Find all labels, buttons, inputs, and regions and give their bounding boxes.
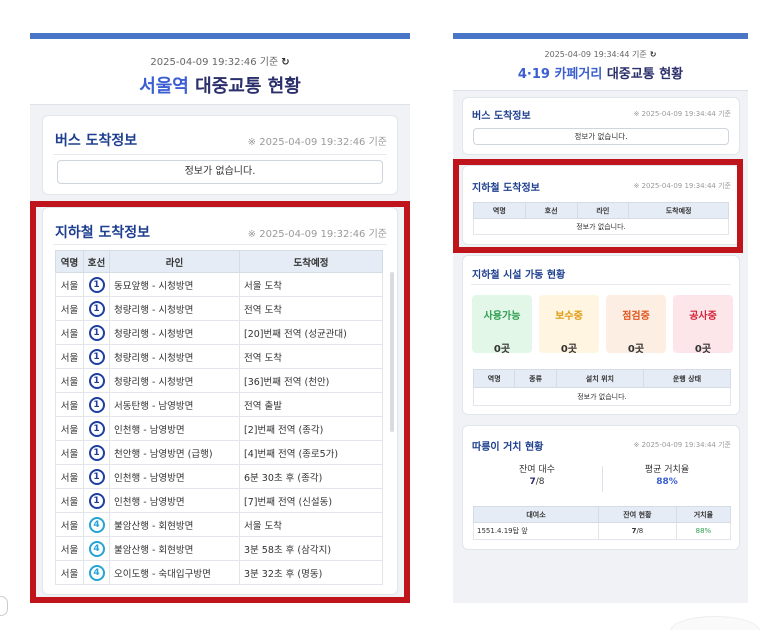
left-bus-title: 버스 도착정보 — [55, 133, 138, 149]
facility-box-value: 0곳 — [560, 344, 578, 355]
right-bike-timestamp: ※ 2025-04-09 19:34:44 기준 — [633, 441, 731, 449]
right-facility-empty: 정보가 없습니다. — [473, 387, 731, 406]
facility-box: 사용가능 0곳 — [472, 295, 532, 355]
right-facility-header-row: 역명 종류 설치 위치 운행 상태 — [472, 369, 732, 388]
facility-box-value: 0곳 — [493, 344, 511, 355]
right-facility-title: 지하철 시설 가동 현황 — [472, 270, 566, 281]
right-bus-card: 버스 도착정보 ※ 2025-04-09 19:34:44 기준 정보가 없습니… — [462, 97, 740, 155]
left-header-timestamp: 2025-04-09 19:32:46 기준 — [150, 57, 279, 68]
bike-avg-block: 평균 거치율 88% — [603, 462, 731, 487]
right-dashboard: 2025-04-09 19:34:44 기준 ↻ 4·19 카페거리 대중교통 현… — [453, 33, 748, 603]
left-header: 2025-04-09 19:32:46 기준 ↻ 서울역 대중교통 현황 — [30, 39, 410, 105]
col-type: 종류 — [514, 369, 557, 388]
facility-box: 보수중 0곳 — [539, 295, 599, 355]
right-station-name: 4·19 카페거리 — [517, 67, 603, 82]
facility-box-value: 0곳 — [627, 344, 645, 355]
right-bike-table: 대여소 잔여 현황 거치율 1551.4.19탑 앞 7/8 88% — [473, 506, 732, 540]
col-location: 설치 위치 — [555, 369, 644, 388]
bike-avg-label: 평균 거치율 — [644, 465, 690, 475]
right-bike-header-row: 대여소 잔여 현황 거치율 — [473, 506, 732, 523]
facility-box-label: 사용가능 — [483, 311, 521, 322]
bike-station-name: 1551.4.19탑 앞 — [473, 522, 599, 540]
right-header: 2025-04-09 19:34:44 기준 ↻ 4·19 카페거리 대중교통 현… — [453, 39, 748, 91]
right-subway-highlight — [453, 159, 743, 253]
right-facility-table: 역명 종류 설치 위치 운행 상태 정보가 없습니다. — [472, 369, 732, 406]
left-bus-empty: 정보가 없습니다. — [57, 160, 383, 184]
right-facility-card: 지하철 시설 가동 현황 사용가능 0곳 보수중 0곳 점검중 0곳 공사중 0곳 역명 종류… — [462, 255, 740, 415]
left-subway-highlight — [30, 201, 410, 603]
facility-box-value: 0곳 — [694, 344, 712, 355]
right-header-timestamp: 2025-04-09 19:34:44 기준 — [544, 50, 647, 59]
edge-scroll-handle[interactable] — [0, 596, 8, 616]
col-station: 역명 — [472, 369, 516, 388]
col-status: 운행 상태 — [642, 369, 732, 388]
bike-remain-total: /8 — [535, 477, 545, 487]
page: 2025-04-09 19:32:46 기준 ↻ 서울역 대중교통 현황 버스 도… — [0, 0, 781, 630]
left-page-title: 서울역 대중교통 현황 — [30, 72, 410, 98]
right-bus-title: 버스 도착정보 — [472, 111, 531, 122]
right-page-title: 4·19 카페거리 대중교통 현황 — [453, 63, 748, 82]
facility-box-label: 보수중 — [555, 311, 583, 322]
bike-row-rate: 88% — [675, 522, 732, 540]
corner-overlay — [670, 616, 760, 630]
facility-box: 공사중 0곳 — [673, 295, 733, 355]
left-bus-timestamp: ※ 2025-04-09 19:32:46 기준 — [247, 137, 387, 148]
right-title-rest: 대중교통 현황 — [606, 67, 684, 82]
col-rate: 거치율 — [675, 506, 732, 523]
right-bus-timestamp: ※ 2025-04-09 19:34:44 기준 — [633, 110, 731, 118]
facility-box-label: 공사중 — [689, 311, 717, 322]
left-station-name: 서울역 — [139, 76, 189, 97]
bike-table-row: 1551.4.19탑 앞 7/8 88% — [473, 522, 732, 540]
right-header-timestamp-row: 2025-04-09 19:34:44 기준 ↻ — [453, 49, 748, 60]
right-refresh-icon[interactable]: ↻ — [650, 50, 657, 59]
col-remain: 잔여 현황 — [598, 506, 677, 523]
bike-row-remain-total: /8 — [636, 527, 644, 535]
bike-avg-value: 88% — [656, 477, 678, 487]
left-bus-divider — [53, 154, 387, 155]
right-bus-empty: 정보가 없습니다. — [473, 128, 729, 145]
left-header-timestamp-row: 2025-04-09 19:32:46 기준 ↻ — [30, 53, 410, 68]
right-bike-card: 따릉이 거치 현황 ※ 2025-04-09 19:34:44 기준 잔여 대수… — [462, 425, 740, 550]
bike-row-remain: 7/8 — [598, 522, 677, 540]
facility-box: 점검중 0곳 — [606, 295, 666, 355]
facility-box-label: 점검중 — [622, 311, 650, 322]
right-bike-title: 따릉이 거치 현황 — [472, 442, 544, 453]
refresh-icon[interactable]: ↻ — [281, 57, 289, 68]
bike-remain-label: 잔여 대수 — [519, 465, 555, 475]
bike-remain-block: 잔여 대수 7/8 — [473, 462, 601, 487]
col-rental-station: 대여소 — [473, 506, 599, 523]
right-facility-divider — [471, 284, 731, 285]
left-bus-card: 버스 도착정보 ※ 2025-04-09 19:32:46 기준 정보가 없습니… — [42, 115, 398, 195]
bike-remain-count: 7/8 — [473, 477, 601, 487]
left-title-rest: 대중교통 현황 — [195, 76, 301, 97]
